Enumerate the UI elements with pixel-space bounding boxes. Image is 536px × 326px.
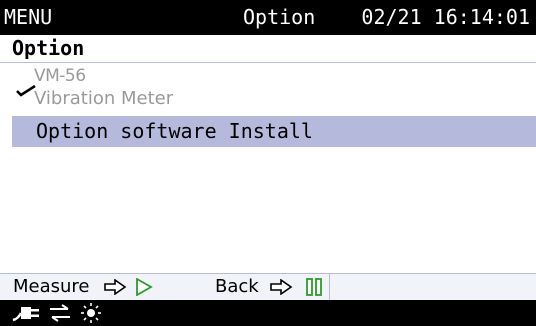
section-header: Option	[0, 35, 536, 63]
option-name: Vibration Meter	[34, 88, 174, 109]
install-label: Option software Install	[36, 119, 313, 143]
datetime: 02/21 16:14:01	[361, 5, 530, 29]
screen-title: Option	[243, 5, 316, 29]
right-arrow-icon	[270, 279, 293, 295]
back-label: Back	[215, 276, 259, 297]
backlight-icon	[81, 303, 101, 323]
option-software-install-item[interactable]: Option software Install	[12, 116, 536, 147]
help-bar: Measure Back	[0, 273, 536, 300]
section-title: Option	[12, 36, 85, 60]
pause-icon[interactable]	[305, 278, 323, 296]
status-bar	[0, 300, 536, 326]
option-code: VM-56	[34, 66, 86, 86]
menu-label[interactable]: MENU	[4, 5, 52, 29]
help-divider	[329, 274, 330, 300]
play-icon[interactable]	[135, 278, 153, 296]
power-plug-icon	[12, 307, 39, 322]
checkmark-icon	[16, 85, 36, 97]
option-item-vm56[interactable]: VM-56 Vibration Meter	[0, 63, 536, 115]
measure-label: Measure	[13, 276, 90, 297]
right-arrow-icon	[104, 279, 127, 295]
top-bar: MENU Option 02/21 16:14:01	[0, 0, 536, 35]
usb-transfer-icon	[50, 304, 70, 322]
